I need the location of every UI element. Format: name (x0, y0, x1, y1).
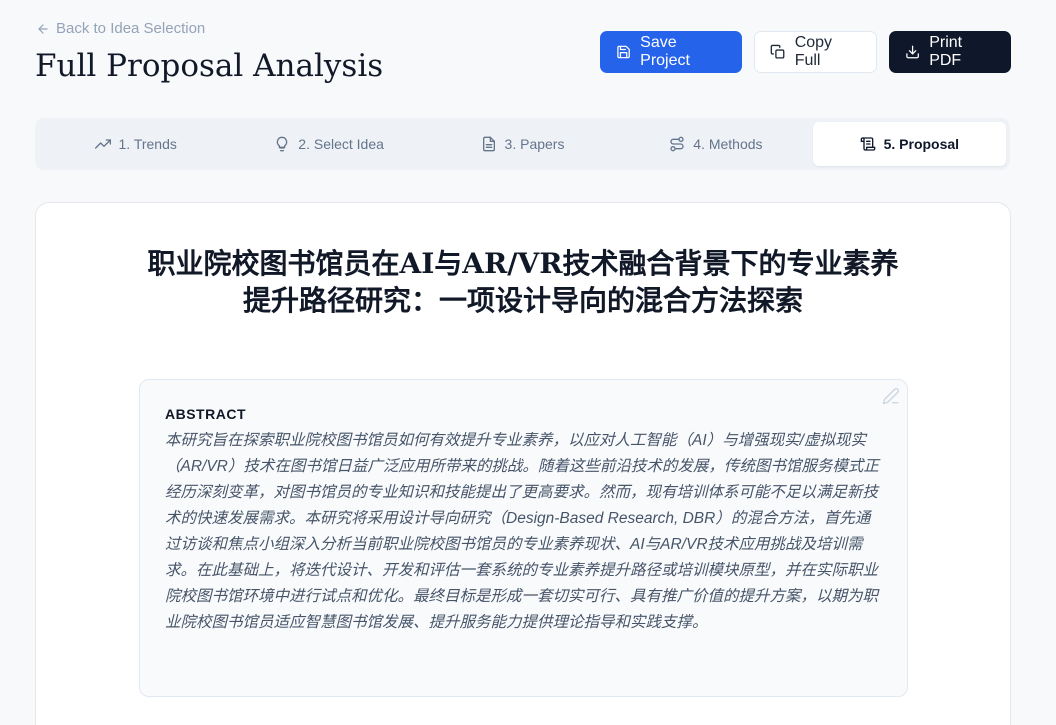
proposal-card: 职业院校图书馆员在AI与AR/VR技术融合背景下的专业素养提升路径研究：一项设计… (35, 202, 1011, 725)
tab-methods-label: 4. Methods (693, 136, 763, 152)
copy-full-label: Copy Full (794, 34, 833, 69)
step-tabs: 1. Trends 2. Select Idea 3. Papers 4. Me… (35, 118, 1010, 170)
lightbulb-icon (277, 136, 288, 152)
arrow-left-icon (38, 23, 48, 34)
page-title: Full Proposal Analysis (35, 48, 384, 84)
save-icon (617, 45, 630, 59)
proposal-title: 职业院校图书馆员在AI与AR/VR技术融合背景下的专业素养提升路径研究：一项设计… (147, 247, 899, 317)
back-link-label: Back to Idea Selection (56, 20, 206, 37)
print-pdf-label: Print PDF (929, 34, 963, 69)
save-project-label: Save Project (640, 34, 690, 69)
tab-papers-label: 3. Papers (504, 136, 565, 152)
tab-proposal[interactable]: 5. Proposal (812, 122, 1007, 166)
pencil-icon[interactable] (882, 387, 900, 405)
scroll-icon (860, 137, 875, 151)
tab-proposal-label: 5. Proposal (883, 136, 960, 152)
document-icon (482, 136, 495, 152)
print-pdf-button[interactable]: Print PDF (889, 31, 1011, 73)
save-project-button[interactable]: Save Project (600, 31, 742, 73)
tab-select-idea[interactable]: 2. Select Idea (232, 122, 425, 166)
tab-papers[interactable]: 3. Papers (426, 122, 619, 166)
tab-select-idea-label: 2. Select Idea (298, 136, 384, 152)
copy-icon (770, 44, 785, 59)
download-icon (906, 45, 919, 59)
abstract-text: 本研究旨在探索职业院校图书馆员如何有效提升专业素养，以应对人工智能（AI）与增强… (165, 432, 879, 631)
tab-methods[interactable]: 4. Methods (619, 122, 812, 166)
tab-trends-label: 1. Trends (118, 136, 177, 152)
trending-up-icon (94, 139, 111, 149)
route-icon (670, 136, 684, 152)
header-actions: Save Project Copy Full Print PDF (600, 31, 1011, 73)
abstract-heading: ABSTRACT (165, 406, 246, 422)
tab-trends[interactable]: 1. Trends (39, 122, 232, 166)
abstract-section: ABSTRACT 本研究旨在探索职业院校图书馆员如何有效提升专业素养，以应对人工… (139, 379, 908, 697)
copy-full-button[interactable]: Copy Full (754, 31, 877, 73)
back-link[interactable]: Back to Idea Selection (36, 20, 205, 37)
